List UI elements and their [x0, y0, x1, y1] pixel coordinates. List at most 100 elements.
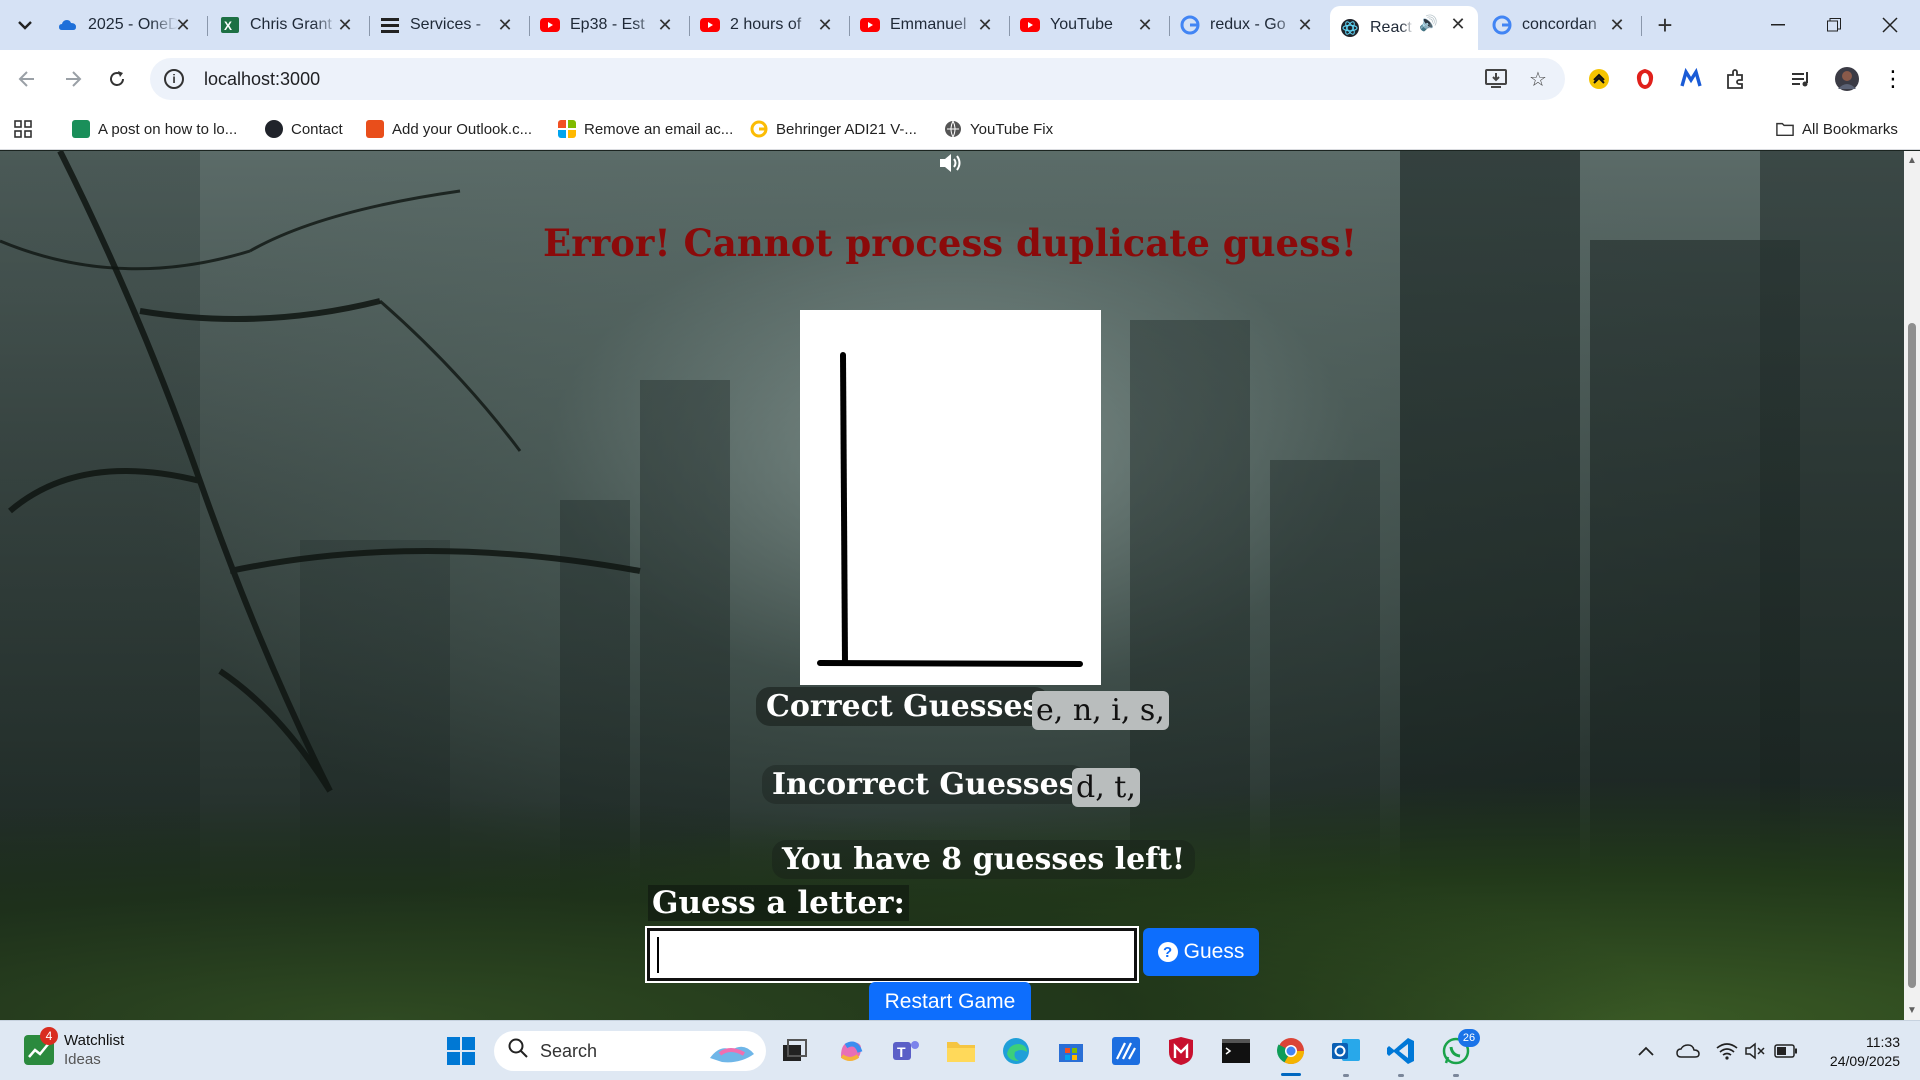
react-icon — [1341, 19, 1359, 37]
close-icon[interactable]: ✕ — [1295, 15, 1315, 35]
install-app-icon[interactable] — [1485, 68, 1507, 90]
profile-avatar[interactable] — [1834, 66, 1860, 92]
outlook-icon[interactable] — [1328, 1033, 1364, 1069]
tab-react-app-active[interactable]: React A 🔊 ✕ — [1330, 6, 1478, 50]
tab-youtube-ep38[interactable]: Ep38 - Est ✕ — [530, 7, 685, 43]
forward-button[interactable] — [56, 62, 90, 96]
kebab-menu-icon[interactable]: ⋮ — [1880, 66, 1906, 92]
close-icon[interactable]: ✕ — [495, 15, 515, 35]
tab-youtube-2hours[interactable]: 2 hours of ✕ — [690, 7, 845, 43]
extension-red-icon[interactable] — [1632, 66, 1658, 92]
url-text[interactable]: localhost:3000 — [204, 69, 320, 90]
stock-chart-icon: 4 — [24, 1027, 58, 1065]
extension-yellow-icon[interactable] — [1586, 66, 1612, 92]
hangman-gallows — [817, 352, 1083, 667]
text-caret — [657, 937, 659, 973]
bookmark-post[interactable]: A post on how to lo... — [72, 116, 237, 142]
tab-youtube-emmanuel[interactable]: Emmanuel ✕ — [850, 7, 1005, 43]
bookmark-contact[interactable]: Contact — [265, 116, 343, 142]
restart-game-button[interactable]: Restart Game — [869, 982, 1031, 1022]
youtube-icon — [860, 18, 880, 32]
bookmark-behringer[interactable]: Behringer ADI21 V-... — [750, 116, 917, 142]
close-icon[interactable]: ✕ — [1448, 14, 1468, 34]
gallows-pole — [840, 352, 848, 666]
page-scrollbar[interactable]: ▲ ▼ — [1904, 151, 1920, 1020]
site-info-icon[interactable]: i — [164, 69, 184, 89]
all-bookmarks[interactable]: All Bookmarks — [1776, 116, 1898, 142]
wifi-icon[interactable] — [1716, 1039, 1738, 1063]
incorrect-guesses-label: Incorrect Guesses — [762, 765, 1086, 804]
close-icon[interactable]: ✕ — [173, 15, 193, 35]
google-icon — [1180, 15, 1200, 35]
bookmark-remove-email[interactable]: Remove an email ac... — [558, 116, 733, 142]
system-clock[interactable]: 11:33 24/09/2025 — [1800, 1033, 1900, 1071]
bookmark-outlook[interactable]: Add your Outlook.c... — [366, 116, 532, 142]
close-icon[interactable]: ✕ — [1607, 15, 1627, 35]
reload-button[interactable] — [100, 62, 134, 96]
battery-icon[interactable] — [1774, 1039, 1798, 1063]
close-icon[interactable]: ✕ — [815, 15, 835, 35]
folder-icon — [1776, 122, 1794, 137]
teams-icon[interactable]: T — [888, 1033, 924, 1069]
mcafee-shield-icon[interactable] — [1163, 1033, 1199, 1069]
tab-youtube[interactable]: YouTube ✕ — [1010, 7, 1165, 43]
audio-playing-icon[interactable]: 🔊 — [1419, 14, 1438, 32]
onedrive-cloud-icon[interactable] — [1676, 1039, 1700, 1063]
gallows-base — [817, 660, 1083, 667]
vscode-icon[interactable] — [1383, 1033, 1419, 1069]
tab-search-button[interactable] — [8, 8, 42, 42]
taskbar-search-box[interactable]: Search — [494, 1031, 766, 1071]
minimize-button[interactable] — [1750, 0, 1806, 50]
scroll-thumb[interactable] — [1908, 323, 1916, 988]
close-window-button[interactable] — [1862, 0, 1918, 50]
scroll-down-icon[interactable]: ▼ — [1907, 1005, 1917, 1016]
scroll-up-icon[interactable]: ▲ — [1907, 155, 1917, 166]
extensions-puzzle-icon[interactable] — [1723, 66, 1749, 92]
widgets-watchlist[interactable]: 4 Watchlist Ideas — [24, 1027, 124, 1069]
new-tab-button[interactable]: + — [1650, 10, 1680, 40]
extension-blue-icon[interactable] — [1678, 66, 1704, 92]
guess-letter-input[interactable] — [645, 926, 1139, 983]
guess-letter-label: Guess a letter: — [648, 885, 909, 921]
chrome-icon[interactable] — [1273, 1033, 1309, 1069]
incorrect-letters: d, t, — [1072, 768, 1140, 807]
close-icon[interactable]: ✕ — [335, 15, 355, 35]
tab-google-redux[interactable]: redux - Go ✕ — [1170, 7, 1325, 43]
close-icon[interactable]: ✕ — [655, 15, 675, 35]
guess-button[interactable]: ? Guess — [1143, 928, 1259, 976]
close-icon[interactable]: ✕ — [975, 15, 995, 35]
tab-title: Emmanuel — [890, 16, 967, 33]
bookmark-youtube-fix[interactable]: YouTube Fix — [944, 116, 1053, 142]
close-icon[interactable]: ✕ — [1135, 15, 1155, 35]
star-bookmark-icon[interactable]: ☆ — [1527, 68, 1549, 91]
bookmark-app-icon — [72, 120, 90, 138]
tab-google-concordance[interactable]: concordan ✕ — [1482, 7, 1637, 43]
tab-excel[interactable]: X Chris Grant ✕ — [210, 7, 365, 43]
tab-title: YouTube — [1050, 16, 1113, 33]
back-button[interactable] — [10, 62, 44, 96]
svg-text:X: X — [224, 19, 232, 33]
media-controls-icon[interactable] — [1788, 66, 1814, 92]
terminal-icon[interactable] — [1218, 1033, 1254, 1069]
tab-services[interactable]: Services - ✕ — [370, 7, 525, 43]
volume-muted-icon[interactable] — [1745, 1039, 1767, 1063]
close-icon — [1882, 17, 1898, 33]
windows-start-icon[interactable] — [443, 1033, 479, 1069]
show-hidden-icons-chevron-up-icon[interactable] — [1638, 1039, 1654, 1063]
edge-icon[interactable] — [998, 1033, 1034, 1069]
copilot-icon[interactable] — [833, 1033, 869, 1069]
microsoft-icon — [558, 120, 576, 138]
onedrive-icon — [59, 20, 76, 30]
task-view-icon[interactable] — [777, 1033, 813, 1069]
file-explorer-icon[interactable] — [943, 1033, 979, 1069]
visual-studio-app-icon[interactable] — [1108, 1033, 1144, 1069]
tab-onedrive[interactable]: 2025 - OneDrive ✕ — [48, 7, 203, 43]
sound-toggle-icon[interactable] — [938, 151, 964, 175]
microsoft-store-icon[interactable] — [1053, 1033, 1089, 1069]
address-bar[interactable]: i localhost:3000 ☆ — [150, 58, 1565, 100]
restore-button[interactable] — [1806, 0, 1862, 50]
all-bookmarks-label: All Bookmarks — [1802, 120, 1898, 138]
tab-title: 2 hours of — [730, 16, 802, 33]
vscode-running-indicator — [1398, 1074, 1404, 1077]
apps-grid-icon[interactable] — [14, 116, 32, 142]
